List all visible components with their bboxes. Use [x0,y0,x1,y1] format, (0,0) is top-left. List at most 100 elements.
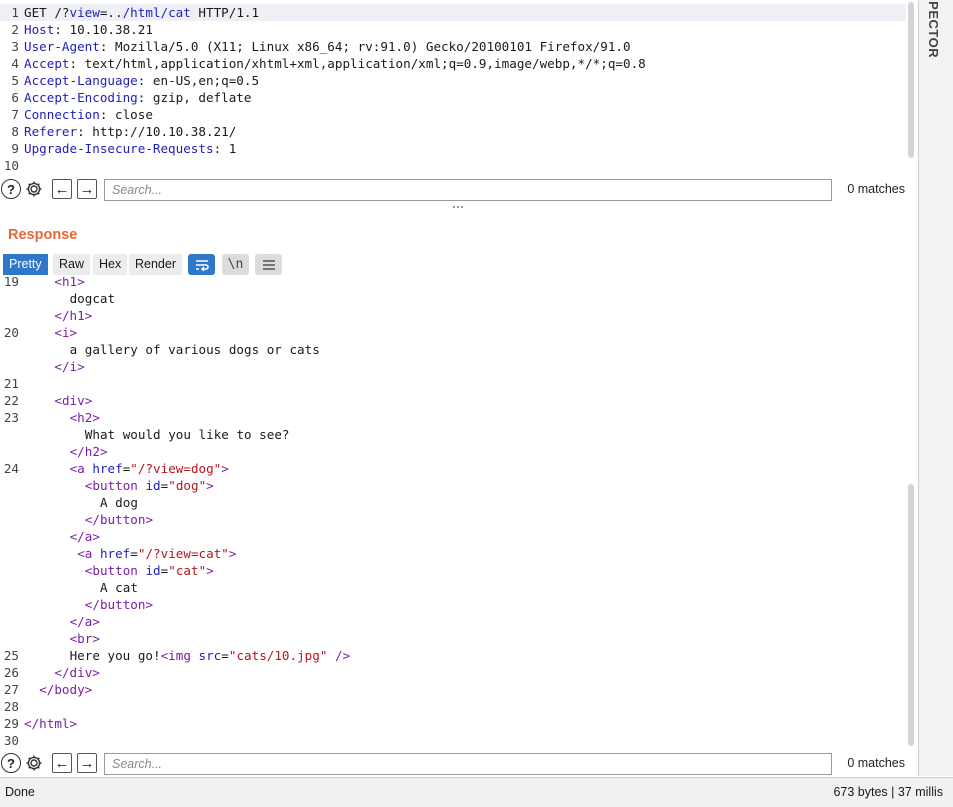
code-token: Host [24,22,55,37]
code-token: <a [77,546,100,561]
status-bar: Done 673 bytes | 37 millis [0,777,953,807]
response-line[interactable]: <a href="/?view=cat"> [0,545,906,562]
code-token: > [228,546,237,561]
code-token: Upgrade-Insecure-Requests [24,141,214,156]
hamburger-menu-icon[interactable] [255,254,282,275]
code-token: : http://10.10.38.21/ [77,124,237,139]
response-line[interactable]: 21 [0,375,906,392]
arrow-left-icon[interactable]: ← [52,753,72,773]
tab-raw[interactable]: Raw [53,254,91,275]
code-token: Accept [24,56,70,71]
code-token: : Mozilla/5.0 (X11; Linux x86_64; rv:91.… [99,39,631,54]
code-token: dogcat [69,291,116,306]
code-token: href [99,546,131,561]
arrow-right-icon[interactable]: → [77,753,97,773]
response-editor[interactable]: 19 <h1> dogcat </h1> 20 <i> a gallery of vario… [0,277,918,749]
response-search-bar: ? ← → 0 matches [0,753,918,775]
request-line[interactable]: 3 User-Agent: Mozilla/5.0 (X11; Linux x86… [0,38,906,55]
code-token: : 10.10.38.21 [54,22,153,37]
line-text: A dog [100,494,138,511]
line-text: Accept-Encoding: gzip, deflate [24,89,251,106]
gear-icon[interactable] [24,179,44,199]
response-line[interactable]: 27 </body> [0,681,906,698]
response-line[interactable]: A dog [0,494,906,511]
response-line[interactable]: dogcat [0,290,906,307]
line-number: 1 [11,5,19,20]
line-text: <h2> [70,409,100,426]
response-line[interactable]: 19 <h1> [0,277,906,290]
code-token: : text/html,application/xhtml+xml,applic… [69,56,646,71]
response-line[interactable]: 23 <h2> [0,409,906,426]
response-line[interactable]: </h1> [0,307,906,324]
response-line[interactable]: </a> [0,613,906,630]
response-line[interactable]: 28 [0,698,906,715]
response-line[interactable]: a gallery of various dogs or cats [0,341,906,358]
request-line[interactable]: 1 GET /?view=../html/cat HTTP/1.1 [0,4,906,21]
line-text: </div> [54,664,100,681]
request-scrollbar[interactable] [908,2,914,158]
code-token: </div> [54,665,100,680]
request-line[interactable]: 8 Referer: http://10.10.38.21/ [0,123,906,140]
response-line[interactable]: </button> [0,511,906,528]
code-token: </html> [24,716,78,731]
line-number: 2 [11,22,19,37]
code-token: <br> [69,631,100,646]
response-line[interactable]: 26 </div> [0,664,906,681]
pane-splitter[interactable] [0,200,918,214]
line-text: Accept: text/html,application/xhtml+xml,… [24,55,646,72]
response-line[interactable]: 25 Here you go!<img src="cats/10.jpg" /> [0,647,906,664]
line-text: <h1> [54,277,84,290]
response-line[interactable]: </a> [0,528,906,545]
tab-hex[interactable]: Hex [93,254,128,275]
help-icon[interactable]: ? [1,179,21,199]
response-line[interactable]: A cat [0,579,906,596]
request-line[interactable]: 6 Accept-Encoding: gzip, deflate [0,89,906,106]
request-line[interactable]: 4 Accept: text/html,application/xhtml+xml… [0,55,906,72]
response-line[interactable]: <br> [0,630,906,647]
response-line[interactable]: 30 [0,732,906,749]
code-token: > [206,563,214,578]
request-line[interactable]: 2 Host: 10.10.38.21 [0,21,906,38]
response-line[interactable]: </h2> [0,443,906,460]
line-number: 24 [3,461,19,476]
line-text: <button id="dog"> [85,477,214,494]
code-token: A cat [100,580,138,595]
line-text: Here you go!<img src="cats/10.jpg" /> [70,647,351,664]
response-search-input[interactable] [104,753,832,775]
arrow-left-icon[interactable]: ← [52,179,72,199]
help-icon[interactable]: ? [1,753,21,773]
code-token: =.. [99,5,123,20]
code-token: = [221,648,229,663]
request-line[interactable]: 5 Accept-Language: en-US,en;q=0.5 [0,72,906,89]
code-token: Here you go! [69,648,161,663]
request-line[interactable]: 7 Connection: close [0,106,906,123]
response-line[interactable]: 20 <i> [0,324,906,341]
request-line[interactable]: 9 Upgrade-Insecure-Requests: 1 [0,140,906,157]
response-line[interactable]: 24 <a href="/?view=dog"> [0,460,906,477]
code-token: id [145,563,161,578]
response-line[interactable]: 29 </html> [0,715,906,732]
inspector-side-panel[interactable]: SPECTOR [918,0,953,776]
line-text: </i> [54,358,84,375]
arrow-right-icon[interactable]: → [77,179,97,199]
wrap-lines-icon[interactable] [188,254,215,275]
gear-icon[interactable] [24,753,44,773]
request-search-input[interactable] [104,179,832,201]
response-line[interactable]: What would you like to see? [0,426,906,443]
inspector-tab-label[interactable]: SPECTOR [926,0,941,58]
code-token: </h2> [69,444,108,459]
response-line[interactable]: </i> [0,358,906,375]
response-line[interactable]: <button id="cat"> [0,562,906,579]
line-number: 26 [3,665,19,680]
response-line[interactable]: <button id="dog"> [0,477,906,494]
request-editor[interactable]: 1 GET /?view=../html/cat HTTP/1.1 2 Host: 1… [0,0,918,176]
show-newlines-button[interactable]: \n [222,254,249,275]
response-line[interactable]: 22 <div> [0,392,906,409]
response-scrollbar[interactable] [908,484,914,746]
code-token: src [198,648,222,663]
tab-render[interactable]: Render [129,254,182,275]
tab-pretty[interactable]: Pretty [3,254,48,275]
request-line[interactable]: 10 [0,157,906,174]
code-token: </a> [69,614,100,629]
response-line[interactable]: </button> [0,596,906,613]
